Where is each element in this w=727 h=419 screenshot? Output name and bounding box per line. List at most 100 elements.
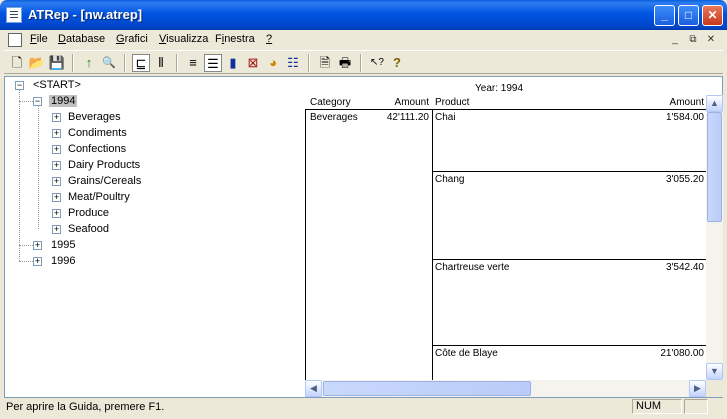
expand-icon[interactable]: + (33, 241, 42, 250)
up-arrow-icon[interactable]: ↑ (80, 54, 98, 72)
expand-icon[interactable]: + (52, 225, 61, 234)
mdi-restore-button[interactable]: ⧉ (686, 33, 700, 47)
tree-node-label[interactable]: Meat/Poultry (66, 191, 132, 203)
horizontal-scrollbar[interactable]: ◀ ▶ (305, 380, 706, 397)
list-icon[interactable]: ≡ (184, 54, 202, 72)
toolbar-separator (176, 54, 178, 72)
toolbar-separator (360, 54, 362, 72)
pie-chart-icon[interactable]: ◕ (264, 54, 282, 72)
open-folder-icon[interactable]: 📂 (28, 54, 46, 72)
help-icon[interactable]: ? (388, 54, 406, 72)
context-help-icon[interactable]: ↖? (368, 54, 386, 72)
expand-icon[interactable]: + (52, 177, 61, 186)
stacked-chart-icon[interactable]: ☷ (284, 54, 302, 72)
collapse-icon[interactable]: − (15, 81, 24, 90)
product-amount: 3'055.20 (665, 174, 704, 185)
print-icon[interactable]: 🖶 (336, 54, 354, 72)
tree-connector (38, 105, 39, 229)
scroll-down-icon[interactable]: ▼ (706, 363, 723, 380)
column-header-category: Category (310, 97, 351, 108)
minimize-button[interactable]: _ (654, 5, 675, 26)
product-name: Chartreuse verte (435, 262, 510, 273)
save-icon[interactable]: 💾 (48, 54, 66, 72)
menu-grafici[interactable]: Grafici (116, 33, 148, 45)
new-document-icon[interactable]: 🗋 (8, 54, 26, 72)
client-area: − <START> − 1994 + Beverages + Condiment… (4, 76, 723, 398)
scroll-left-icon[interactable]: ◀ (305, 380, 322, 397)
menu-bar: File Database Grafici Visualizza Finestr… (4, 30, 723, 50)
column-header-product-amount: Amount (669, 97, 704, 108)
num-lock-indicator: NUM (632, 399, 682, 414)
report-view[interactable]: Year: 1994 Category Amount Product Amoun… (305, 77, 706, 380)
status-bar: Per aprire la Guida, premere F1. NUM (4, 398, 723, 415)
expand-icon[interactable]: + (52, 129, 61, 138)
expand-icon[interactable]: + (52, 113, 61, 122)
close-button[interactable]: ✕ (702, 5, 723, 26)
horizontal-scroll-thumb[interactable] (323, 381, 531, 396)
tree-node-label[interactable]: Condiments (66, 127, 129, 139)
print-preview-icon[interactable]: 🗎 (316, 54, 334, 72)
tree-node-label[interactable]: 1994 (49, 95, 78, 107)
toolbar: 🗋 📂 💾 ↑ 🔍 ⊑ ⫴ ≡ ☰ ▮ ⊠ ◕ ☷ 🗎 🖶 ↖? ? (4, 50, 723, 74)
vertical-scroll-thumb[interactable] (707, 112, 722, 222)
tree-node-label[interactable]: Produce (66, 207, 111, 219)
tree-node-label[interactable]: <START> (31, 79, 83, 91)
menu-database[interactable]: Database (58, 33, 105, 45)
expand-icon[interactable]: + (52, 161, 61, 170)
tree-connector (19, 245, 33, 246)
product-amount: 21'080.00 (660, 348, 704, 359)
category-name: Beverages (310, 112, 358, 123)
menu-visualizza[interactable]: Visualizza (159, 33, 208, 45)
size-grip-icon[interactable] (708, 399, 722, 414)
category-amount: 42'111.20 (386, 112, 429, 123)
columns-icon[interactable]: ⫴ (152, 54, 170, 72)
mdi-minimize-button[interactable]: _ (668, 33, 682, 47)
mdi-close-button[interactable]: ✕ (704, 33, 718, 47)
toolbar-separator (72, 54, 74, 72)
tree-node-label[interactable]: 1996 (49, 255, 77, 267)
tree-connector (19, 101, 33, 102)
menu-help[interactable]: ? (266, 33, 272, 45)
tree-node-label[interactable]: 1995 (49, 239, 77, 251)
product-amount: 1'584.00 (665, 112, 704, 123)
report-rule (432, 109, 433, 380)
tree-node-label[interactable]: Grains/Cereals (66, 175, 143, 187)
menu-file[interactable]: File (30, 33, 48, 45)
tree-node-label[interactable]: Seafood (66, 223, 111, 235)
toolbar-separator (308, 54, 310, 72)
expand-icon[interactable]: + (52, 145, 61, 154)
maximize-button[interactable]: □ (678, 5, 699, 26)
bar-chart-icon[interactable]: ▮ (224, 54, 242, 72)
window-title: ATRep - [nw.atrep] (28, 7, 143, 22)
expand-icon[interactable]: + (52, 209, 61, 218)
menu-finestra[interactable]: Finestra (215, 33, 255, 45)
tree-view[interactable]: − <START> − 1994 + Beverages + Condiment… (5, 77, 303, 397)
tree-connector (19, 261, 33, 262)
collapse-icon[interactable]: − (33, 97, 42, 106)
scroll-right-icon[interactable]: ▶ (689, 380, 706, 397)
scroll-up-icon[interactable]: ▲ (706, 95, 723, 112)
column-header-product: Product (435, 97, 470, 108)
title-bar[interactable]: ATRep - [nw.atrep] _ □ ✕ (0, 0, 727, 30)
report-rule (432, 259, 706, 260)
tree-node-label[interactable]: Dairy Products (66, 159, 142, 171)
line-chart-icon[interactable]: ⊠ (244, 54, 262, 72)
report-rule (305, 109, 306, 380)
expand-icon[interactable]: + (52, 193, 61, 202)
report-rule (305, 109, 706, 110)
report-view-icon[interactable]: ☰ (204, 54, 222, 72)
tree-node-label[interactable]: Beverages (66, 111, 123, 123)
document-icon[interactable] (8, 33, 22, 47)
product-amount: 3'542.40 (665, 262, 704, 273)
tree-node-label[interactable]: Confections (66, 143, 128, 155)
product-name: Chai (435, 112, 456, 123)
product-name: Côte de Blaye (435, 348, 498, 359)
expand-icon[interactable]: + (33, 257, 42, 266)
tree-view-icon[interactable]: ⊑ (132, 54, 150, 72)
product-name: Chang (435, 174, 465, 185)
vertical-scrollbar[interactable]: ▲ ▼ (706, 95, 723, 380)
report-header: Year: 1994 (475, 83, 524, 94)
find-icon[interactable]: 🔍 (100, 54, 118, 72)
status-message: Per aprire la Guida, premere F1. (6, 401, 165, 413)
scrollbar-corner (706, 380, 723, 397)
